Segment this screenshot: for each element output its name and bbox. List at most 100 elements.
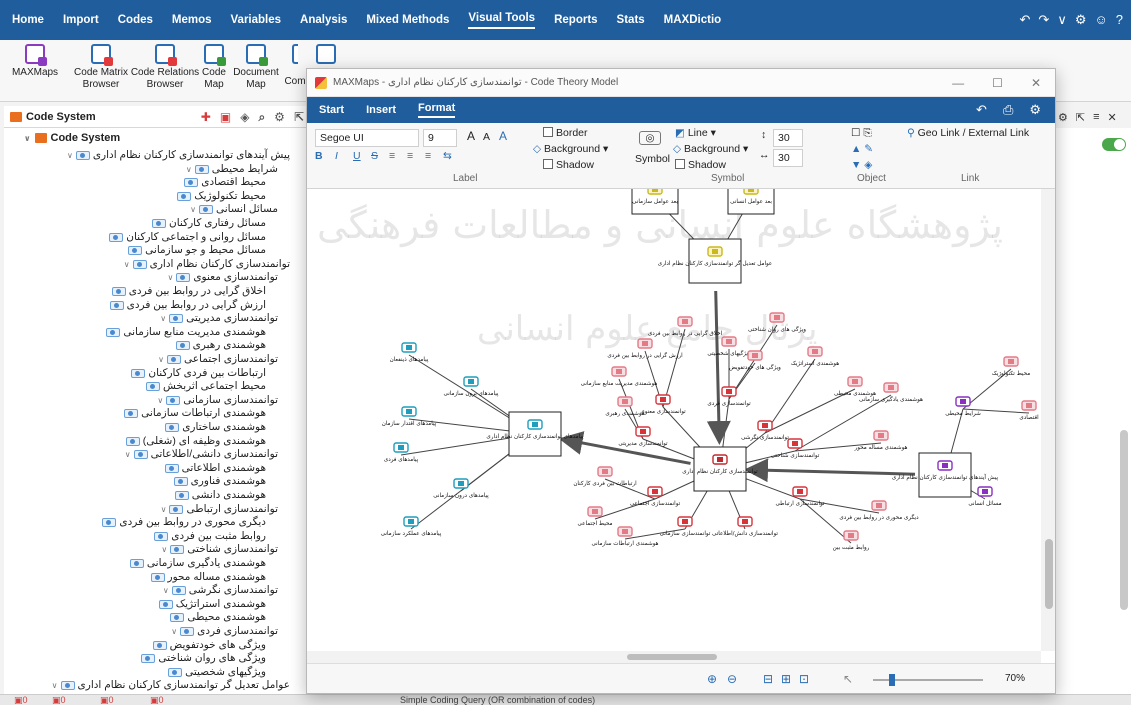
map-node[interactable]: دیگری محوری در روابط بین فردی xyxy=(839,500,919,521)
map-node[interactable]: توانمندسازی سازمانی xyxy=(660,516,711,537)
tab-codes[interactable]: Codes xyxy=(118,14,153,26)
map-node[interactable]: ارزش گرایی در روابط بین فردی xyxy=(607,338,683,359)
gear-icon[interactable]: ⚙ xyxy=(1058,111,1068,124)
symbol-width-input[interactable]: 30 xyxy=(773,149,803,167)
tab-import[interactable]: Import xyxy=(63,14,99,26)
pointer-icon[interactable]: ↖ xyxy=(843,672,853,686)
bring-forward-icon[interactable]: ▲ ✎ xyxy=(851,143,873,155)
chevron-down-icon[interactable]: ∨ xyxy=(1057,12,1067,28)
map-node[interactable]: توانمندسازی نگرشی xyxy=(741,420,789,441)
tab-visual-tools[interactable]: Visual Tools xyxy=(468,12,536,29)
chevron-down-icon[interactable]: ∨ xyxy=(125,447,131,462)
scrollbar[interactable] xyxy=(1120,430,1128,610)
map-node[interactable]: توانمندسازی ارتباطی xyxy=(776,486,825,507)
close-icon[interactable]: ✕ xyxy=(1108,111,1117,124)
align-center-icon[interactable]: ≡ xyxy=(407,150,413,162)
map-node[interactable]: پیامدهای ذینفعان xyxy=(390,342,429,363)
zoom-in-icon[interactable]: ⊕ xyxy=(707,672,717,686)
symbol-shadow-checkbox[interactable]: Shadow xyxy=(675,159,726,171)
maxmaps-tab-insert[interactable]: Insert xyxy=(366,104,396,116)
map-node[interactable]: پیامدهای درون سازمانی xyxy=(433,478,489,499)
map-node[interactable]: هوشمندی ارتباطات سازمانی xyxy=(592,526,659,547)
smiley-icon[interactable]: ☺ xyxy=(1094,12,1107,28)
code-system-root[interactable]: ∨ Code System xyxy=(24,132,120,144)
map-node[interactable]: مسائل انسانی xyxy=(968,486,1002,507)
chevron-down-icon[interactable]: ∨ xyxy=(24,134,31,143)
send-backward-icon[interactable]: ▼ ◈ xyxy=(851,159,872,171)
underline-button[interactable]: U xyxy=(353,150,361,162)
code-map-button[interactable]: Code Map xyxy=(200,44,228,91)
maxmaps-button[interactable]: MAXMaps xyxy=(10,44,60,79)
wrap-text-icon[interactable]: ⇆ xyxy=(443,150,452,162)
chevron-down-icon[interactable]: ∨ xyxy=(52,678,58,693)
scroll-thumb[interactable] xyxy=(627,654,717,660)
close-icon[interactable]: ✕ xyxy=(1031,69,1041,97)
maxmaps-tab-start[interactable]: Start xyxy=(319,104,344,116)
tab-maxdictio[interactable]: MAXDictio xyxy=(664,14,722,26)
tab-variables[interactable]: Variables xyxy=(231,14,282,26)
map-node[interactable]: شرایط محیطی xyxy=(945,396,981,417)
tab-home[interactable]: Home xyxy=(12,14,44,26)
strikethrough-button[interactable]: S xyxy=(371,150,378,162)
map-node[interactable]: بعد عوامل سازمانی xyxy=(631,189,679,215)
tab-memos[interactable]: Memos xyxy=(172,14,212,26)
map-node[interactable]: بعد عوامل انسانی xyxy=(727,189,775,215)
fit-all-icon[interactable]: ⊡ xyxy=(799,672,809,686)
map-node[interactable]: ویژگیهای شخصیتی xyxy=(707,336,751,357)
gear-icon[interactable]: ⚙ xyxy=(1075,12,1087,28)
map-node[interactable]: اخلاق گرایی در روابط بین فردی xyxy=(648,316,723,337)
map-node[interactable]: اقتصادی xyxy=(1019,400,1039,421)
minimize-icon[interactable]: ≡ xyxy=(1093,111,1099,123)
maxmaps-tab-format[interactable]: Format xyxy=(418,102,456,118)
new-code-icon[interactable]: ✚ xyxy=(201,110,211,125)
code-group[interactable]: ∨ عوامل تعدیل گر توانمندسازی کارکنان نظام… xyxy=(48,678,290,693)
object-frame-icon[interactable]: ☐ ⎘ xyxy=(851,127,872,140)
map-node[interactable]: هوشمندی استراتژیک xyxy=(791,346,839,367)
map-node[interactable]: توانمندسازی کارکنان نظام اداری xyxy=(682,446,758,492)
border-checkbox[interactable]: Border xyxy=(543,127,588,139)
map-node[interactable]: پیامدهای برون سازمانی xyxy=(444,376,499,397)
help-icon[interactable]: ? xyxy=(1116,12,1123,28)
fit-width-icon[interactable]: ⊟ xyxy=(763,672,773,686)
map-node[interactable]: پیامدهای توانمندسازی کارکنان نظام اداری xyxy=(486,411,584,457)
gear-icon[interactable]: ⚙ xyxy=(1029,102,1041,118)
scroll-thumb[interactable] xyxy=(1045,539,1053,609)
portrait-tool-button[interactable] xyxy=(316,44,336,67)
map-node[interactable]: توانمندسازی دانش/اطلاعاتی xyxy=(712,516,778,537)
grow-font-icon[interactable]: A xyxy=(467,129,475,143)
font-size-select[interactable]: 9 xyxy=(423,129,457,147)
tab-analysis[interactable]: Analysis xyxy=(300,14,347,26)
maximize-icon[interactable]: ☐ xyxy=(992,69,1003,97)
redo-icon[interactable]: ↷ xyxy=(1038,12,1049,28)
chevron-down-icon[interactable]: ∨ xyxy=(124,257,130,272)
bold-button[interactable]: B xyxy=(315,150,323,162)
search-icon[interactable]: ⌕ xyxy=(258,110,265,125)
map-vertical-scrollbar[interactable] xyxy=(1041,189,1055,651)
map-node[interactable]: هوشمندی محیطی xyxy=(834,376,876,397)
minimize-icon[interactable]: — xyxy=(952,69,964,97)
expand-icon[interactable]: ⇱ xyxy=(294,110,304,125)
map-node[interactable]: هوشمندی مساله محور xyxy=(854,430,908,451)
symbol-height-input[interactable]: 30 xyxy=(773,129,803,147)
map-node[interactable]: ارتباطات بین فردی کارکنان xyxy=(573,466,637,487)
italic-button[interactable]: I xyxy=(335,150,338,162)
print-icon[interactable]: ⎙ xyxy=(1003,102,1013,118)
tab-stats[interactable]: Stats xyxy=(617,14,645,26)
map-node[interactable]: هوشمندی رهبری xyxy=(605,396,645,417)
shrink-font-icon[interactable]: A xyxy=(483,131,490,143)
map-node[interactable]: روابط مثبت بین xyxy=(833,530,870,551)
map-node[interactable]: پیامدهای اقتدار سازمان xyxy=(382,406,437,427)
align-right-icon[interactable]: ≡ xyxy=(425,150,431,162)
map-node[interactable]: ویژگی های روان شناختی xyxy=(748,312,806,333)
gear-icon[interactable]: ⚙ xyxy=(274,110,285,125)
tab-reports[interactable]: Reports xyxy=(554,14,597,26)
font-name-select[interactable]: Segoe UI xyxy=(315,129,419,147)
map-node[interactable]: توانمندسازی مدیریتی xyxy=(618,426,668,447)
map-node[interactable]: محیط اجتماعی xyxy=(577,506,613,527)
toggle-switch[interactable] xyxy=(1102,138,1126,151)
code-matrix-browser-button[interactable]: Code Matrix Browser xyxy=(70,44,132,91)
activate-icon[interactable]: ▣ xyxy=(220,110,231,125)
line-select[interactable]: ◩ Line ▾ xyxy=(675,127,716,139)
map-node[interactable]: پیامدهای عملکرد سازمانی xyxy=(381,516,442,537)
background-select[interactable]: ◇ Background ▾ xyxy=(533,143,608,155)
